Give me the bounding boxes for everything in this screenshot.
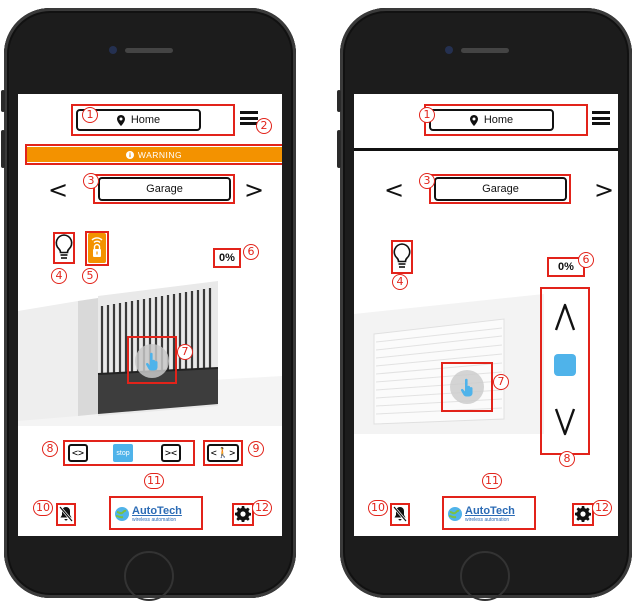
home-button[interactable] xyxy=(460,551,510,601)
previous-device-button[interactable]: < xyxy=(48,178,68,202)
lightbulb-icon[interactable] xyxy=(55,234,73,262)
gear-icon[interactable] xyxy=(575,506,591,522)
next-device-button[interactable]: > xyxy=(244,178,264,202)
lower-door-button[interactable] xyxy=(551,402,579,442)
callout-2: 2 xyxy=(256,118,272,134)
brand-name: AutoTech xyxy=(465,504,515,517)
callout-9: 9 xyxy=(248,441,264,457)
callout-11: 11 xyxy=(482,473,502,489)
app-screen: Home < Garage > 0% AutoTech wireless aut… xyxy=(354,94,618,536)
callout-10: 10 xyxy=(368,500,388,516)
stop-button[interactable] xyxy=(554,354,576,376)
header-divider xyxy=(354,148,618,151)
callout-8: 8 xyxy=(559,451,575,467)
callout-7: 7 xyxy=(177,344,193,360)
callout-box xyxy=(25,144,282,165)
tap-hand-icon xyxy=(460,378,473,397)
tap-hand-icon xyxy=(145,352,158,371)
callout-4: 4 xyxy=(51,268,67,284)
callout-1: 1 xyxy=(82,107,98,123)
chevron-up-icon xyxy=(554,303,576,331)
brand-name: AutoTech xyxy=(132,504,182,517)
callout-6: 6 xyxy=(578,252,594,268)
callout-8: 8 xyxy=(42,441,58,457)
position-percent: 0% xyxy=(219,252,235,264)
side-button xyxy=(1,90,5,112)
side-button xyxy=(337,130,341,168)
chevron-down-icon xyxy=(554,408,576,436)
callout-1: 1 xyxy=(419,107,435,123)
lightbulb-icon[interactable] xyxy=(393,243,411,271)
menu-icon[interactable] xyxy=(592,111,610,125)
raise-door-button[interactable] xyxy=(551,297,579,337)
home-button[interactable] xyxy=(124,551,174,601)
callout-4: 4 xyxy=(392,274,408,290)
side-button xyxy=(337,90,341,112)
callout-12: 12 xyxy=(592,500,612,516)
touch-gesture-button[interactable] xyxy=(135,344,169,378)
callout-12: 12 xyxy=(252,500,272,516)
callout-3: 3 xyxy=(419,173,435,189)
globe-icon xyxy=(115,507,129,521)
speaker-grille xyxy=(125,48,173,53)
callout-11: 11 xyxy=(144,473,164,489)
speaker-grille xyxy=(461,48,509,53)
callout-box xyxy=(93,174,235,204)
autotech-logo[interactable]: AutoTech wireless automation xyxy=(447,500,533,528)
callout-7: 7 xyxy=(493,374,509,390)
brand-tagline: wireless automation xyxy=(132,516,177,523)
gear-icon[interactable] xyxy=(235,506,251,522)
pedestrian-mode-button[interactable]: <🚶> xyxy=(207,444,239,462)
bell-muted-icon[interactable] xyxy=(393,506,407,522)
callout-10: 10 xyxy=(33,500,53,516)
brand-tagline: wireless automation xyxy=(465,516,510,523)
globe-icon xyxy=(448,507,462,521)
close-gate-button[interactable]: >< xyxy=(161,444,181,462)
callout-6: 6 xyxy=(243,244,259,260)
side-button xyxy=(1,130,5,168)
open-gate-button[interactable]: <> xyxy=(68,444,88,462)
touch-gesture-button[interactable] xyxy=(450,370,484,404)
callout-3: 3 xyxy=(83,173,99,189)
bell-muted-icon[interactable] xyxy=(59,506,73,522)
callout-box xyxy=(429,174,571,204)
autotech-logo[interactable]: AutoTech wireless automation xyxy=(114,500,200,528)
callout-5: 5 xyxy=(82,268,98,284)
callout-box xyxy=(424,104,588,136)
app-screen: Home WARNING < Garage > 0% <> stop >< <🚶… xyxy=(18,94,282,536)
stop-button[interactable]: stop xyxy=(113,444,133,462)
next-device-button[interactable]: > xyxy=(594,178,614,202)
front-camera xyxy=(109,46,117,54)
front-camera xyxy=(445,46,453,54)
previous-device-button[interactable]: < xyxy=(384,178,404,202)
wireless-lock-icon[interactable] xyxy=(88,233,106,263)
